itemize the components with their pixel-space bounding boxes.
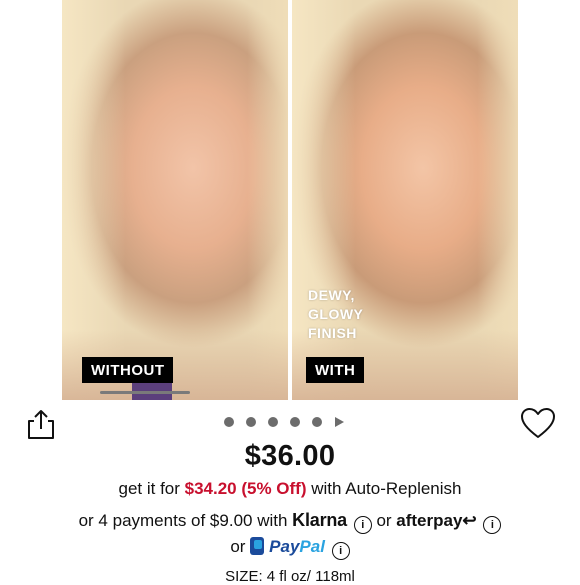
klarna-logo: Klarna (292, 510, 347, 530)
afterpay-text: afterpay (396, 511, 463, 530)
paypal-option: or PayPal i (0, 537, 580, 560)
info-icon[interactable]: i (331, 542, 350, 560)
afterpay-symbol: ↩ (462, 511, 477, 530)
product-price: $36.00 (244, 440, 336, 472)
replenish-prefix: get it for (118, 479, 185, 498)
carousel-dot[interactable] (290, 417, 300, 427)
carousel-dot[interactable] (312, 417, 322, 427)
afterpay-logo: afterpay↩ (396, 511, 476, 530)
carousel-dot[interactable] (224, 417, 234, 427)
play-icon[interactable] (335, 417, 344, 427)
installment-options: or 4 payments of $9.00 with Klarna i or … (0, 510, 580, 534)
paypal-pay: Pay (269, 537, 300, 556)
auto-replenish-offer: get it for $34.20 (5% Off) with Auto-Rep… (0, 479, 580, 499)
image-scrollbar[interactable] (100, 391, 190, 394)
carousel-dot[interactable] (268, 417, 278, 427)
product-image-carousel[interactable]: WITHOUT WITH DEWY, GLOWY FINISH (0, 0, 580, 400)
paypal-pal: Pal (299, 537, 325, 556)
product-size: SIZE: 4 fl oz/ 118ml (225, 568, 355, 585)
without-label: WITHOUT (82, 357, 174, 383)
paypal-logo (250, 537, 265, 555)
finish-caption: DEWY, GLOWY FINISH (308, 287, 364, 341)
carousel-dot[interactable] (246, 417, 256, 427)
replenish-suffix: with Auto-Replenish (306, 479, 462, 498)
replenish-price: $34.20 (5% Off) (184, 479, 307, 498)
share-icon[interactable] (24, 407, 58, 441)
heart-icon[interactable] (519, 406, 557, 440)
paypal-wordmark: PayPal (269, 537, 325, 556)
info-icon[interactable]: i (483, 516, 502, 534)
payments-prefix: or 4 payments of $9.00 with (78, 511, 293, 530)
paypal-or-text: or (230, 537, 251, 556)
or-text: or (371, 511, 397, 530)
before-photo (62, 0, 288, 400)
info-icon[interactable]: i (353, 516, 372, 534)
with-label: WITH (306, 357, 365, 383)
carousel-indicator[interactable] (224, 416, 344, 428)
